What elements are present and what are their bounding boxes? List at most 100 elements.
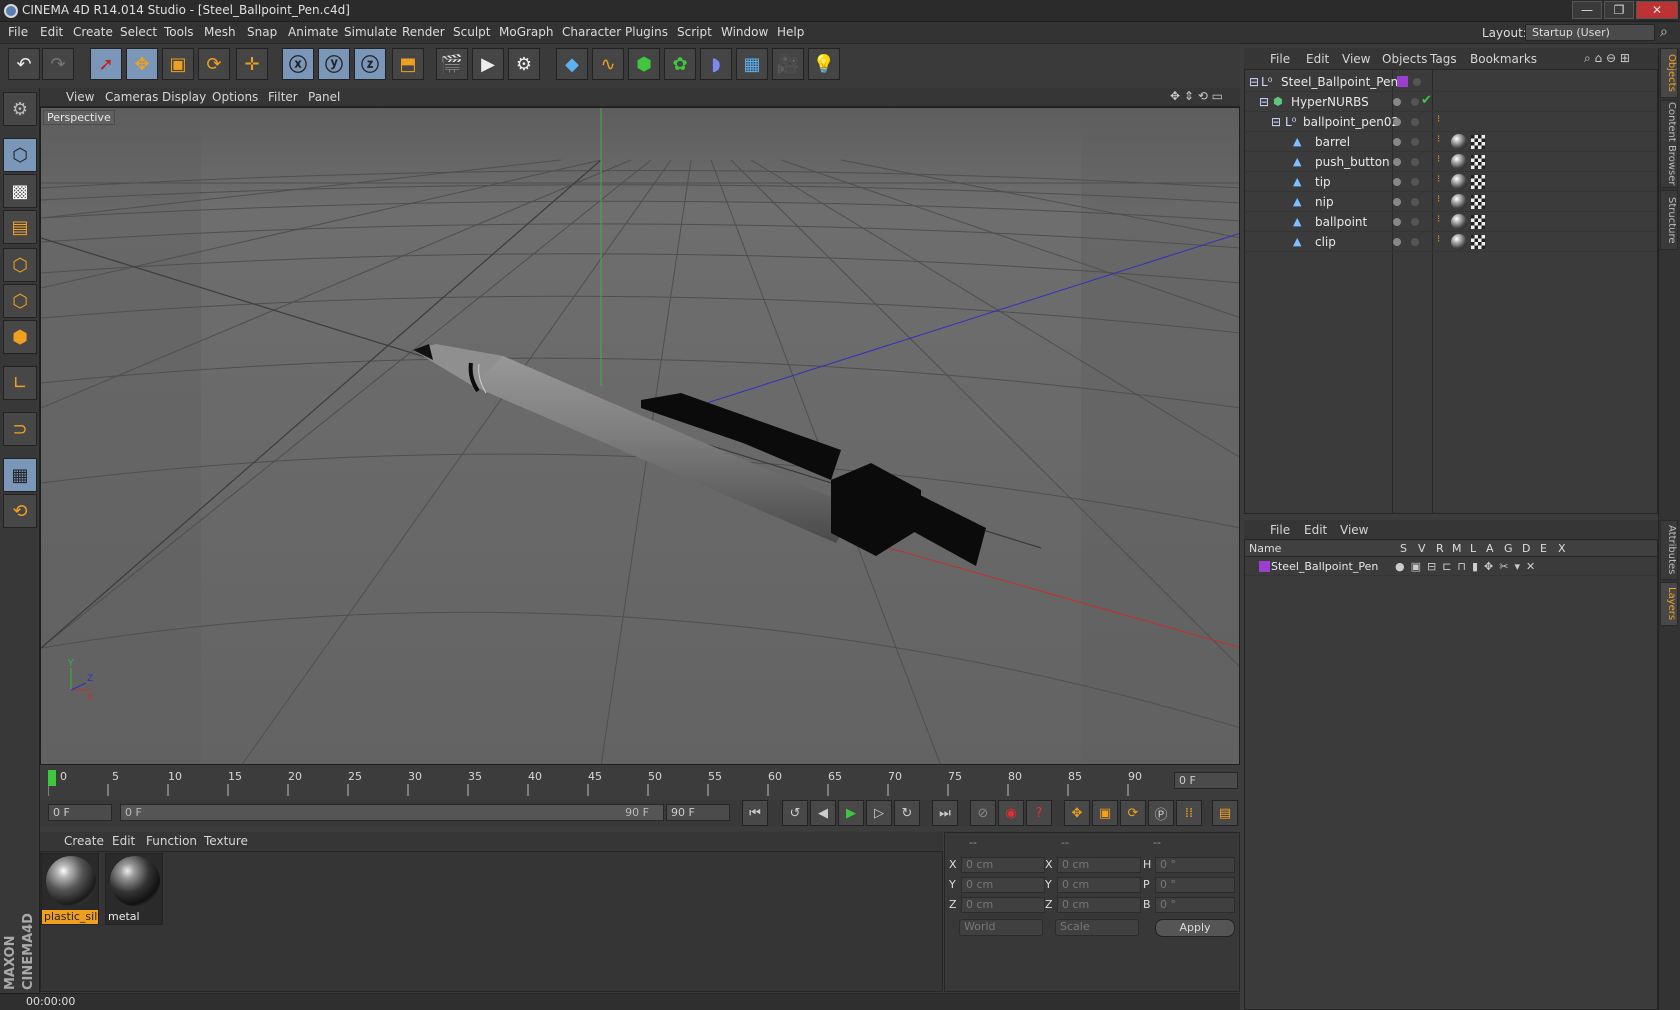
menu-window[interactable]: Window <box>721 25 768 39</box>
layer-col-view[interactable]: V <box>1418 542 1426 555</box>
redo-icon[interactable]: ↷ <box>42 48 74 80</box>
object-search-icon[interactable]: ⌕ ⌂ ⊖ ⊞ <box>1584 51 1630 66</box>
playhead[interactable] <box>48 770 56 786</box>
layer-col-expressions[interactable]: E <box>1540 542 1547 555</box>
size-z-field[interactable]: 0 cm <box>1057 897 1141 913</box>
key-pla-icon[interactable]: ⁞⁞ <box>1176 800 1202 826</box>
timeline-ruler[interactable]: 0 5 10 15 20 25 30 35 40 45 50 55 60 65 … <box>40 768 1240 798</box>
menu-edit[interactable]: Edit <box>40 25 63 39</box>
tab-content-browser[interactable]: Content Browser <box>1660 100 1678 188</box>
last-tool-icon[interactable]: ✛ <box>236 48 268 80</box>
phong-tag-icon[interactable]: ⁝ <box>1437 154 1440 165</box>
transform-mode-select[interactable]: Scale <box>1055 919 1139 936</box>
material-menu-texture[interactable]: Texture <box>204 834 248 848</box>
coordinate-mode-select[interactable]: World <box>959 919 1043 936</box>
snapping-icon[interactable]: ⊃ <box>3 412 37 446</box>
menu-mograph[interactable]: MoGraph <box>499 25 554 39</box>
undo-icon[interactable]: ↶ <box>8 48 40 80</box>
rotation-p-field[interactable]: 0 ° <box>1155 877 1235 893</box>
start-frame-field[interactable]: 0 F <box>48 804 112 821</box>
menu-create[interactable]: Create <box>73 25 113 39</box>
viewport-menu-display[interactable]: Display <box>162 90 206 104</box>
phong-tag-icon[interactable]: ⁝ <box>1437 134 1440 145</box>
object-row[interactable]: ⊟ ⬢ HyperNURBS ✔ <box>1245 92 1657 112</box>
workplane-lock-icon[interactable]: ▦ <box>3 458 37 492</box>
material-menu-function[interactable]: Function <box>146 834 197 848</box>
next-key-icon[interactable]: ↻ <box>894 800 920 826</box>
coordinate-system-icon[interactable]: ⬒ <box>392 48 424 80</box>
key-rotation-icon[interactable]: ⟳ <box>1120 800 1146 826</box>
light-icon[interactable]: 💡 <box>808 48 840 80</box>
search-icon[interactable]: ⌕ <box>1660 24 1668 40</box>
layer-color-swatch[interactable] <box>1397 76 1408 87</box>
rotate-tool-icon[interactable]: ⟳ <box>198 48 230 80</box>
viewport-camera-label[interactable]: Perspective <box>43 110 115 125</box>
position-x-field[interactable]: 0 cm <box>961 857 1045 873</box>
object-menu-bookmarks[interactable]: Bookmarks <box>1470 52 1537 66</box>
layer-col-manager[interactable]: M <box>1452 542 1462 555</box>
material-metal[interactable]: metal <box>105 853 163 925</box>
apply-button[interactable]: Apply <box>1155 919 1235 937</box>
points-mode-icon[interactable]: ⬡ <box>3 248 37 282</box>
layer-col-name[interactable]: Name <box>1249 542 1281 555</box>
layer-row[interactable]: Steel_Ballpoint_Pen ●▣⊟⊏⊓▮✥✂▾✕ <box>1245 558 1657 576</box>
phong-tag-icon[interactable]: ⁝ <box>1437 194 1440 205</box>
material-menu-create[interactable]: Create <box>64 834 104 848</box>
expand-icon[interactable]: ⊟ <box>1249 75 1259 89</box>
viewport-navigation-icons[interactable]: ✥ ⇕ ⟲ ▭ <box>1170 89 1223 103</box>
menu-script[interactable]: Script <box>677 25 712 39</box>
object-menu-view[interactable]: View <box>1342 52 1370 66</box>
menu-animate[interactable]: Animate <box>288 25 338 39</box>
object-menu-tags[interactable]: Tags <box>1430 52 1457 66</box>
material-tag-icon[interactable] <box>1451 174 1467 190</box>
workplane-mode-icon[interactable]: ▤ <box>3 210 37 244</box>
tab-objects[interactable]: Objects <box>1660 48 1678 98</box>
layer-col-xref[interactable]: X <box>1558 542 1566 555</box>
material-tag-icon[interactable] <box>1451 234 1467 250</box>
object-menu-file[interactable]: File <box>1270 52 1290 66</box>
z-axis-lock-icon[interactable]: ⓩ <box>354 48 386 80</box>
material-tag-icon[interactable] <box>1451 194 1467 210</box>
previous-frame-icon[interactable]: ◀ <box>810 800 836 826</box>
tab-layers[interactable]: Layers <box>1660 582 1678 626</box>
model-mode-icon[interactable]: ⬡ <box>3 138 37 172</box>
material-tag-icon[interactable] <box>1451 154 1467 170</box>
menu-snap[interactable]: Snap <box>247 25 277 39</box>
position-z-field[interactable]: 0 cm <box>961 897 1045 913</box>
move-tool-icon[interactable]: ✥ <box>126 48 158 80</box>
animation-mode-icon[interactable]: ⟲ <box>3 494 37 528</box>
layer-menu-view[interactable]: View <box>1340 523 1368 537</box>
make-editable-icon[interactable]: ⚙ <box>3 92 37 126</box>
scale-tool-icon[interactable]: ▣ <box>162 48 194 80</box>
menu-simulate[interactable]: Simulate <box>344 25 397 39</box>
keyframe-help-icon[interactable]: ? <box>1026 800 1052 826</box>
maximize-button[interactable]: ❐ <box>1604 1 1634 19</box>
layer-col-deformers[interactable]: D <box>1522 542 1530 555</box>
camera-icon[interactable]: 🎥 <box>772 48 804 80</box>
perspective-viewport[interactable]: Y Z X Perspective <box>40 107 1240 765</box>
rotation-b-field[interactable]: 0 ° <box>1155 897 1235 913</box>
layer-col-locked[interactable]: L <box>1470 542 1476 555</box>
object-menu-objects[interactable]: Objects <box>1382 52 1427 66</box>
close-button[interactable]: ✕ <box>1636 1 1678 19</box>
go-to-end-icon[interactable]: ⏭ <box>932 800 958 826</box>
material-tag-icon[interactable] <box>1451 214 1467 230</box>
edges-mode-icon[interactable]: ⬡ <box>3 284 37 318</box>
uvw-tag-icon[interactable] <box>1471 135 1485 149</box>
position-y-field[interactable]: 0 cm <box>961 877 1045 893</box>
object-row[interactable]: ▲ tip ⁝ <box>1245 172 1657 192</box>
phong-tag-icon[interactable]: ⁝ <box>1437 214 1440 225</box>
object-row[interactable]: ▲ clip ⁝ <box>1245 232 1657 252</box>
live-selection-icon[interactable]: ➚ <box>90 48 122 80</box>
size-y-field[interactable]: 0 cm <box>1057 877 1141 893</box>
render-view-icon[interactable]: 🎬 <box>436 48 468 80</box>
autokey-icon[interactable]: ◉ <box>998 800 1024 826</box>
menu-file[interactable]: File <box>8 25 28 39</box>
tab-structure[interactable]: Structure <box>1660 190 1678 250</box>
menu-select[interactable]: Select <box>120 25 157 39</box>
key-parameter-icon[interactable]: Ⓟ <box>1148 800 1174 826</box>
texture-mode-icon[interactable]: ▩ <box>3 174 37 208</box>
next-frame-icon[interactable]: ▷ <box>866 800 892 826</box>
spline-icon[interactable]: ∿ <box>592 48 624 80</box>
material-plastic-silv[interactable]: plastic_silv <box>41 853 99 925</box>
